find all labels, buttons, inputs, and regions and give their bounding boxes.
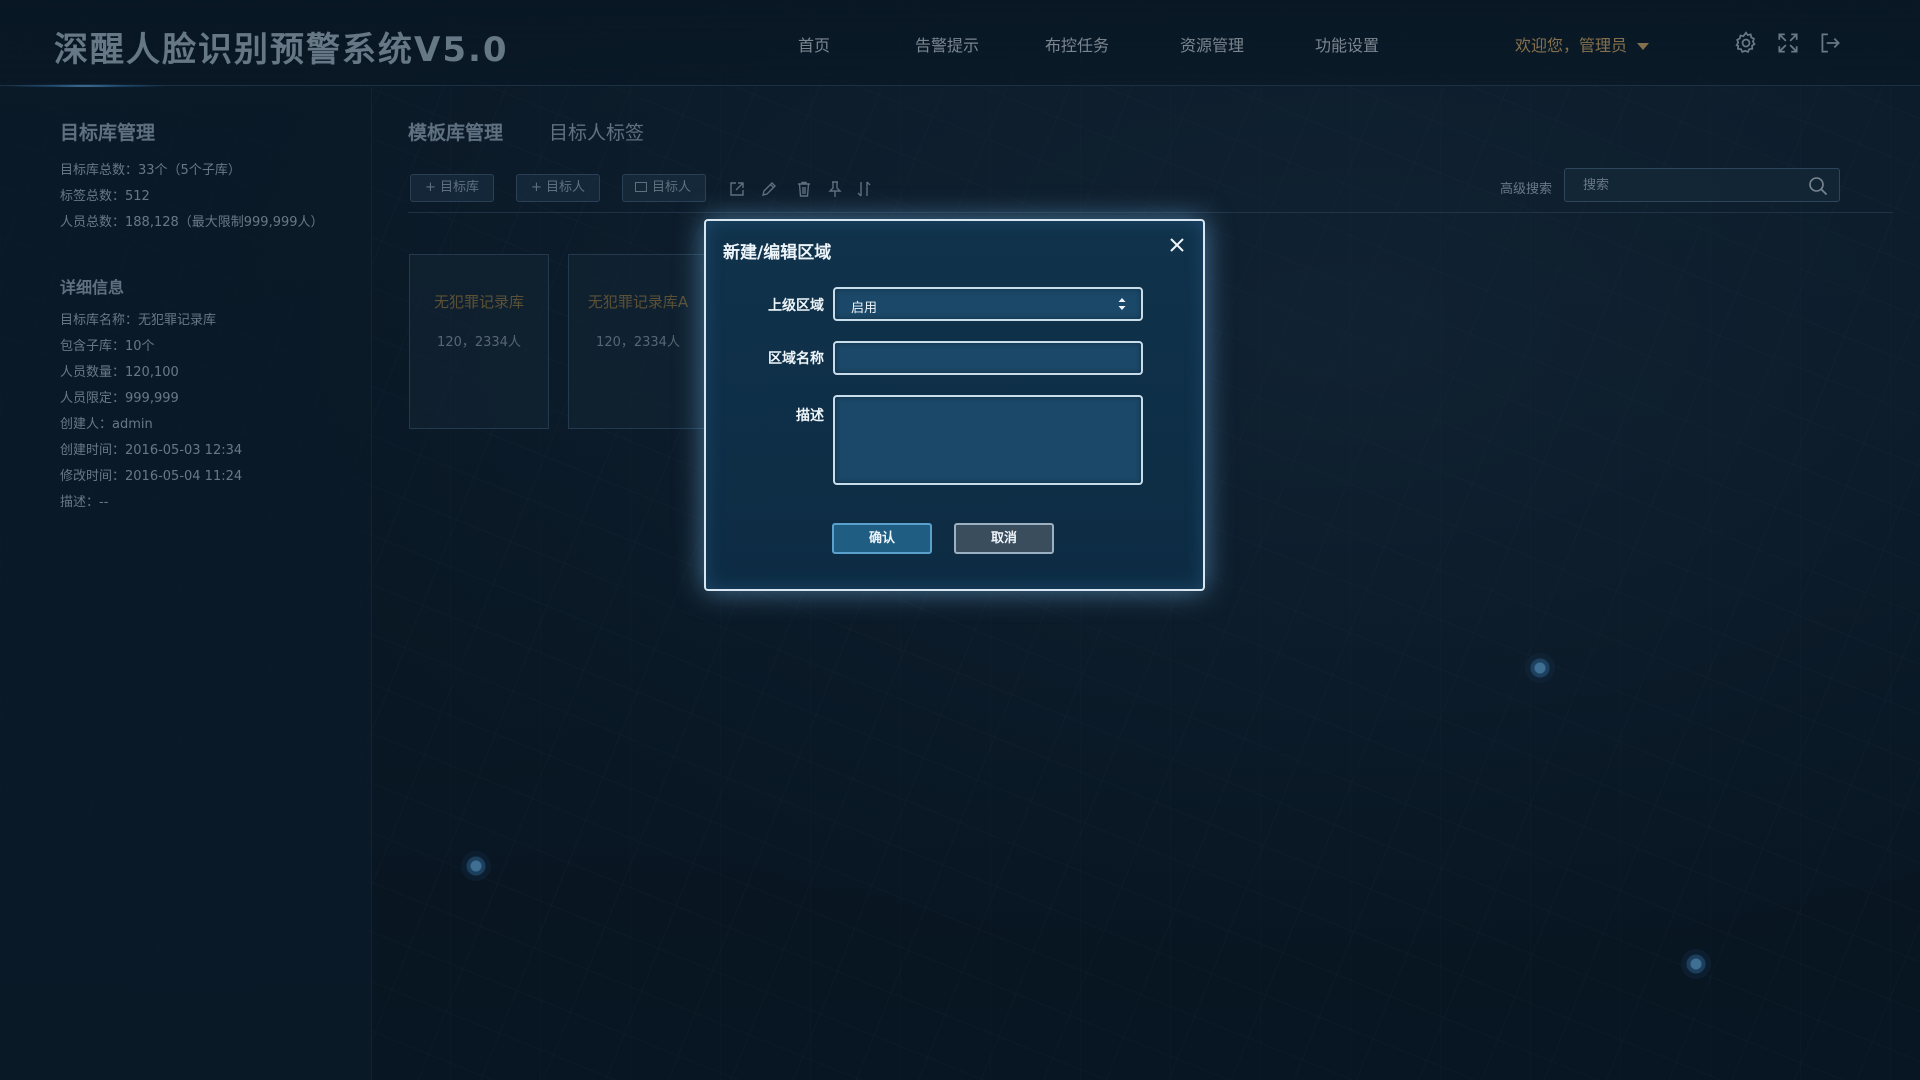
- dialog-title: 新建/编辑区域: [723, 243, 832, 263]
- description-label: 描述: [796, 408, 824, 424]
- parent-region-value: 启用: [851, 301, 878, 316]
- cancel-button[interactable]: 取消: [954, 523, 1054, 554]
- region-name-label: 区域名称: [768, 351, 824, 367]
- parent-region-label: 上级区域: [768, 298, 824, 314]
- region-name-input[interactable]: [835, 343, 1141, 373]
- description-field: [833, 395, 1143, 485]
- parent-region-select[interactable]: 启用: [833, 287, 1143, 321]
- description-textarea[interactable]: [835, 397, 1141, 483]
- edit-region-dialog: 新建/编辑区域 上级区域 启用 区域名称 描述 确认 取消: [704, 219, 1205, 591]
- region-name-field: [833, 341, 1143, 375]
- confirm-button[interactable]: 确认: [832, 523, 932, 554]
- select-arrows-icon: [1118, 298, 1126, 310]
- close-icon[interactable]: [1167, 235, 1187, 255]
